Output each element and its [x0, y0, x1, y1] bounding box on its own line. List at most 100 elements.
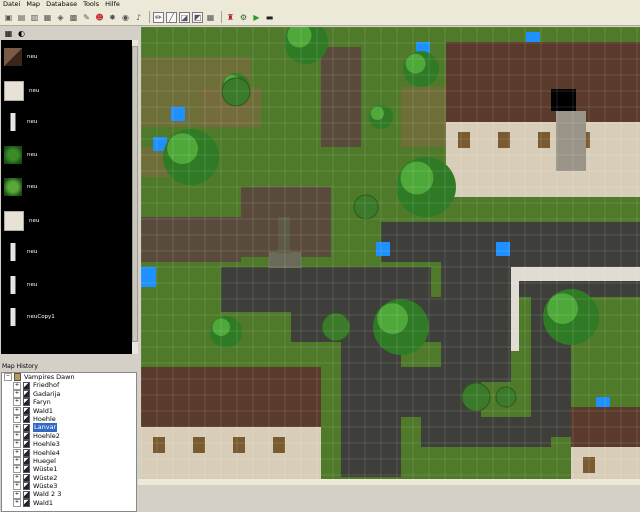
expand-icon[interactable]: +	[13, 406, 21, 415]
menu-hilfe[interactable]: Hilfe	[102, 0, 123, 9]
tileset-scrollbar[interactable]	[132, 40, 138, 354]
collapse-icon[interactable]: −	[4, 373, 12, 382]
map-tree-item[interactable]: + Wald1	[2, 407, 136, 415]
grid-icon[interactable]: ▦	[205, 12, 216, 23]
tileset-item[interactable]: neu	[4, 80, 39, 101]
map-tree-item[interactable]: + Lanvar	[2, 423, 136, 432]
dungeon-icon[interactable]: ◈	[55, 12, 66, 23]
save-icon[interactable]: ▥	[29, 12, 40, 23]
map-tree-item[interactable]: + Hoehle2	[2, 432, 136, 440]
map-tree-label: Hoehle3	[33, 440, 60, 449]
resource-icon[interactable]: ✸	[107, 12, 118, 23]
expand-icon[interactable]: +	[13, 415, 21, 424]
expand-icon[interactable]: +	[13, 431, 21, 440]
house-wall	[141, 427, 321, 485]
expand-icon[interactable]: +	[13, 398, 21, 407]
world-icon[interactable]: ◉	[120, 12, 131, 23]
expand-icon[interactable]: +	[13, 381, 21, 390]
tileset-item[interactable]: neu	[4, 210, 40, 231]
menu-tools[interactable]: Tools	[80, 0, 102, 9]
database-icon[interactable]: ▩	[68, 12, 79, 23]
map-tree-item[interactable]: − Vampires Dawn	[2, 373, 136, 382]
toolbar-separator	[149, 11, 150, 23]
map-tree-label: Huegel	[33, 456, 56, 465]
menu-bar: Datei Map Database Tools Hilfe	[0, 0, 640, 9]
play-icon[interactable]: ▶	[251, 12, 262, 23]
expand-icon[interactable]: +	[13, 423, 21, 432]
test-character-icon[interactable]: ♜	[225, 12, 236, 23]
map-tree-item[interactable]: + Hoehle4	[2, 449, 136, 457]
grid-icon[interactable]: ▦	[3, 28, 14, 39]
map-tree-item[interactable]: + Huegel	[2, 456, 136, 466]
tileset-item[interactable]: neuCopy1	[4, 308, 55, 326]
character-icon[interactable]: ☻	[94, 12, 105, 23]
map-tree-label: Hoehle	[33, 414, 56, 423]
tree-highlight	[370, 106, 384, 120]
tileset-item[interactable]: neu	[4, 178, 37, 196]
tileset-item-label: neu	[27, 281, 38, 288]
settings-icon[interactable]: ⚙	[238, 12, 249, 23]
water-tile	[376, 242, 390, 256]
project-icon	[14, 373, 21, 382]
expand-icon[interactable]: +	[13, 473, 21, 482]
map-tree-label: Gadarija	[33, 389, 61, 398]
map-tree-item[interactable]: + Hoehle	[2, 414, 136, 424]
map-canvas[interactable]	[141, 27, 640, 485]
tileset-item[interactable]: neu	[4, 243, 37, 261]
fill-icon[interactable]: ◪	[179, 11, 190, 23]
map-tree-item[interactable]: + Gadarija	[2, 390, 136, 398]
map-tree-item[interactable]: + Wald1	[2, 499, 136, 508]
tileset-item[interactable]: neu	[4, 275, 38, 294]
map-icon	[23, 381, 30, 390]
menu-datei[interactable]: Datei	[0, 0, 23, 9]
scrollbar-thumb[interactable]	[132, 46, 138, 342]
map-tree-item[interactable]: + Friedhof	[2, 381, 136, 390]
music-icon[interactable]: ♪	[133, 12, 144, 23]
tileset-icon[interactable]: ▦	[42, 12, 53, 23]
expand-icon[interactable]: +	[13, 490, 21, 499]
fullscreen-icon[interactable]: ▬	[264, 12, 275, 23]
new-map-icon[interactable]: ▣	[3, 12, 14, 23]
map-view[interactable]	[141, 27, 640, 485]
script-icon[interactable]: ✎	[81, 12, 92, 23]
map-tree-item[interactable]: + Wald 2 3	[2, 490, 136, 499]
map-history-tree[interactable]: − Vampires Dawn + Friedhof + Gadarija + Faryn + W…	[1, 372, 137, 512]
map-tree-label: Wald 2 3	[33, 490, 62, 499]
tile-thumbnail	[4, 178, 22, 196]
line-icon[interactable]: ╱	[166, 11, 177, 23]
tileset-item-label: neuCopy1	[27, 314, 55, 320]
expand-icon[interactable]: +	[13, 499, 21, 508]
tileset-list[interactable]: neu neu neu neu neu neu neu neu neuCopy1	[1, 40, 132, 354]
expand-icon[interactable]: +	[13, 465, 21, 474]
expand-icon[interactable]: +	[13, 389, 21, 398]
bush	[321, 312, 351, 342]
tileset-item-label: neu	[29, 217, 40, 224]
tree-highlight	[400, 161, 434, 195]
expand-icon[interactable]: +	[13, 482, 21, 491]
tileset-item[interactable]: neu	[4, 145, 37, 164]
map-icon	[23, 457, 30, 466]
tile-thumbnail	[4, 243, 22, 261]
pencil-icon[interactable]: ✏	[153, 11, 164, 23]
house-window	[193, 437, 205, 453]
open-icon[interactable]: ▤	[16, 12, 27, 23]
map-tree-item[interactable]: + Wüste3	[2, 482, 136, 491]
tileset-item[interactable]: neu	[4, 113, 37, 131]
main-toolbar: ▣ ▤ ▥ ▦ ◈ ▩ ✎ ☻ ✸ ◉ ♪ ✏ ╱ ◪ ◩ ▦ ♜ ⚙ ▶ ▬	[0, 9, 640, 26]
map-icon	[23, 448, 30, 457]
map-icon	[23, 389, 30, 398]
expand-icon[interactable]: +	[13, 457, 21, 466]
menu-database[interactable]: Database	[43, 0, 80, 9]
map-tree-item[interactable]: + Hoehle3	[2, 440, 136, 449]
map-tree-item[interactable]: + Wüste1	[2, 465, 136, 474]
menu-map[interactable]: Map	[23, 0, 43, 9]
expand-icon[interactable]: +	[13, 448, 21, 457]
eye-icon[interactable]: ◐	[16, 28, 27, 39]
expand-icon[interactable]: +	[13, 440, 21, 449]
map-tree-item[interactable]: + Faryn	[2, 398, 136, 407]
map-tree-label: Lanvar	[33, 423, 58, 432]
map-tree-item[interactable]: + Wüste2	[2, 474, 136, 482]
eraser-icon[interactable]: ◩	[192, 11, 203, 23]
map-tree-label: Friedhof	[33, 381, 60, 390]
tileset-item[interactable]: neu	[4, 48, 37, 66]
